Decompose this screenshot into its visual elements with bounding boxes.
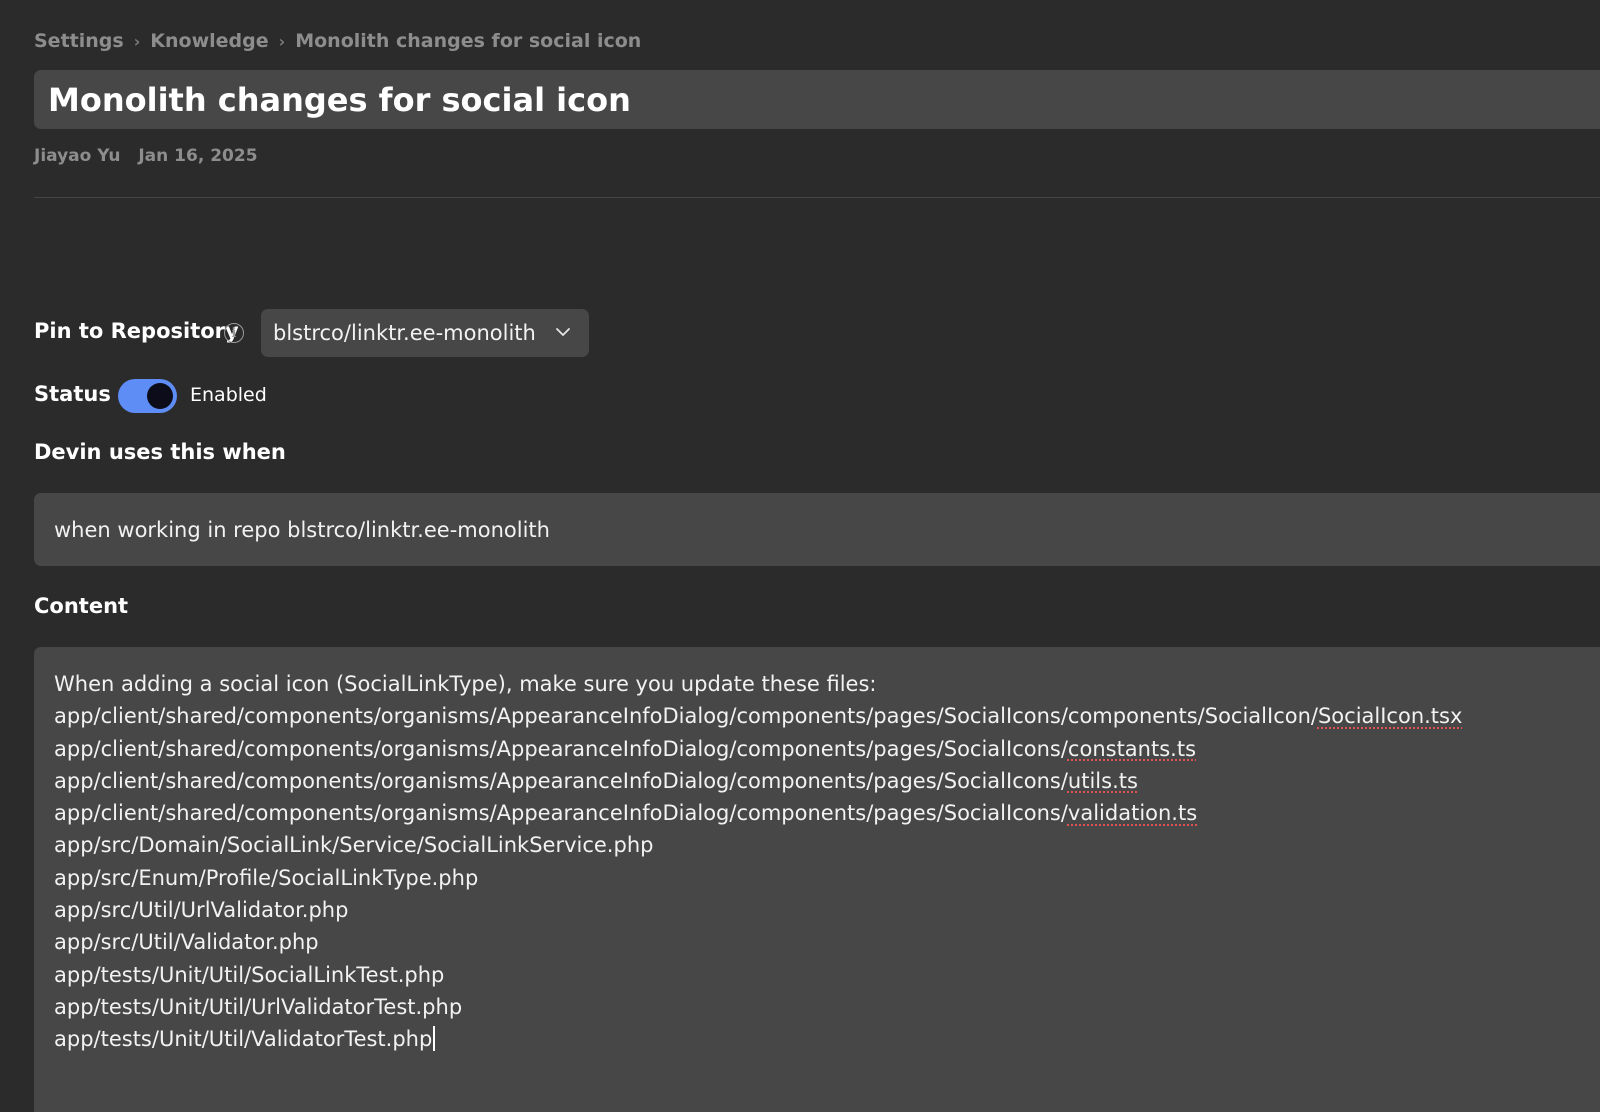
path-prefix: app/client/shared/components/organisms/A… xyxy=(54,768,1068,793)
path-file: constants.ts xyxy=(1067,736,1197,761)
path-prefix: app/client/shared/components/organisms/A… xyxy=(54,801,1068,826)
content-intro-line: When adding a social icon (SocialLinkTyp… xyxy=(54,672,877,696)
content-path-line: app/src/Enum/Profile/SocialLinkType.php xyxy=(54,865,479,890)
status-toggle-text: Enabled xyxy=(190,384,267,406)
repository-select-value: blstrco/linktr.ee-monolith xyxy=(273,321,536,345)
repository-select[interactable]: blstrco/linktr.ee-monolith xyxy=(261,309,589,357)
chevron-right-icon: › xyxy=(278,31,286,51)
breadcrumb-knowledge[interactable]: Knowledge xyxy=(150,30,268,52)
content-path-line: app/client/shared/components/organisms/A… xyxy=(54,765,1600,797)
path-file: SocialIcon.tsx xyxy=(1317,704,1463,729)
path-text: app/tests/Unit/Util/ValidatorTest.php xyxy=(54,1027,433,1052)
path-file: utils.ts xyxy=(1067,768,1138,793)
title-input[interactable]: Monolith changes for social icon xyxy=(34,70,1600,129)
toggle-knob xyxy=(147,383,173,409)
content-path-line: app/tests/Unit/Util/SocialLinkTest.php xyxy=(54,962,445,987)
knowledge-edit-page: Settings › Knowledge › Monolith changes … xyxy=(0,0,1600,1112)
status-toggle[interactable] xyxy=(118,379,177,413)
path-prefix: app/client/shared/components/organisms/A… xyxy=(54,704,1318,729)
pin-repository-label: Pin to Repository xyxy=(34,319,239,343)
divider xyxy=(34,197,1600,198)
status-label: Status xyxy=(34,382,111,406)
content-textarea[interactable]: When adding a social icon (SocialLinkTyp… xyxy=(34,647,1600,1112)
content-path-line: app/src/Util/Validator.php xyxy=(54,930,319,955)
chevron-right-icon: › xyxy=(133,31,141,51)
content-path-line: app/client/shared/components/organisms/A… xyxy=(54,733,1600,765)
content-path-line: app/client/shared/components/organisms/A… xyxy=(54,797,1600,829)
content-label: Content xyxy=(34,594,129,618)
info-icon[interactable]: i xyxy=(224,323,244,343)
meta-info: Jiayao Yu Jan 16, 2025 xyxy=(34,146,258,166)
path-prefix: app/client/shared/components/organisms/A… xyxy=(54,736,1068,761)
created-date: Jan 16, 2025 xyxy=(138,146,258,166)
chevron-down-icon xyxy=(556,328,570,336)
content-path-line: app/src/Domain/SocialLink/Service/Social… xyxy=(54,833,654,858)
path-file: validation.ts xyxy=(1067,801,1198,826)
trigger-input[interactable]: when working in repo blstrco/linktr.ee-m… xyxy=(34,493,1600,566)
breadcrumb-current: Monolith changes for social icon xyxy=(295,30,642,52)
content-path-line: app/tests/Unit/Util/ValidatorTest.php xyxy=(54,1023,1600,1055)
text-caret xyxy=(433,1026,436,1052)
breadcrumb: Settings › Knowledge › Monolith changes … xyxy=(34,30,641,52)
trigger-label: Devin uses this when xyxy=(34,440,286,464)
breadcrumb-settings[interactable]: Settings xyxy=(34,30,124,52)
author-name: Jiayao Yu xyxy=(34,146,121,166)
content-path-line: app/tests/Unit/Util/UrlValidatorTest.php xyxy=(54,994,463,1019)
content-path-line: app/client/shared/components/organisms/A… xyxy=(54,700,1600,732)
content-path-line: app/src/Util/UrlValidator.php xyxy=(54,898,349,923)
